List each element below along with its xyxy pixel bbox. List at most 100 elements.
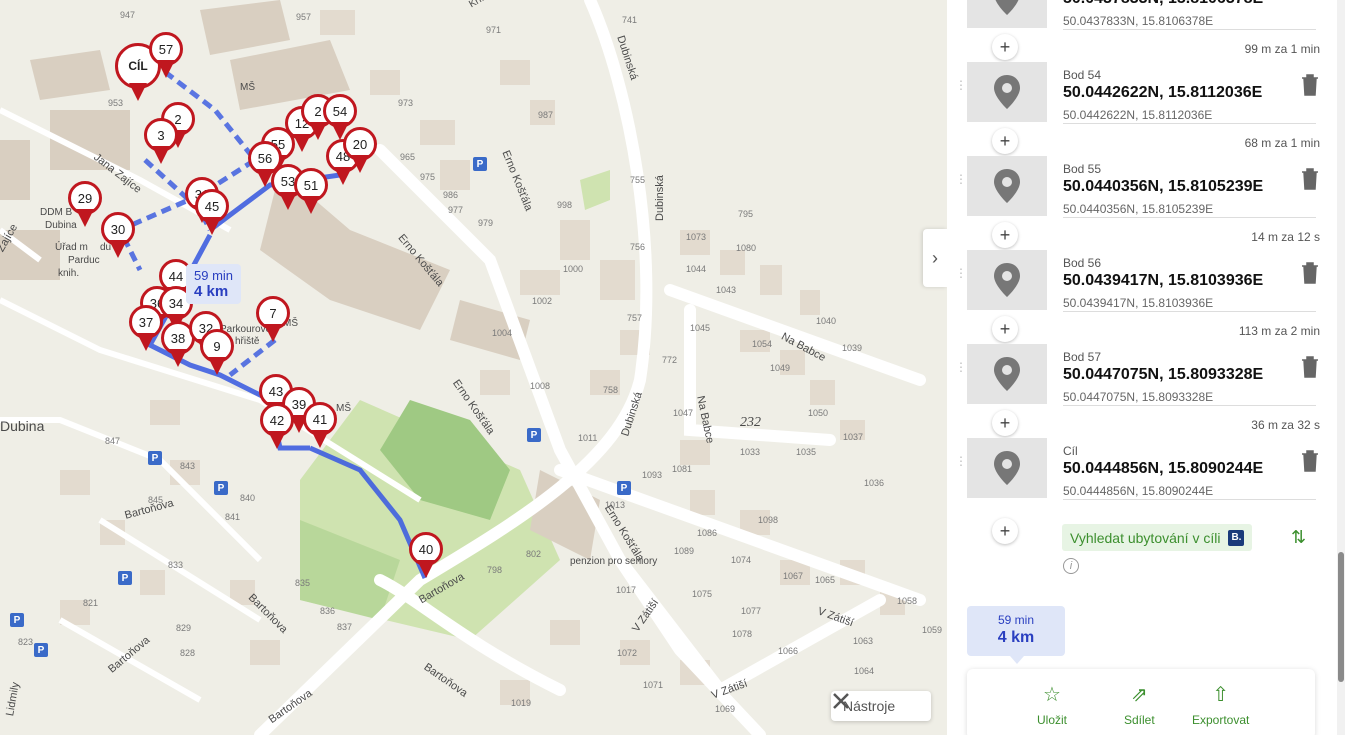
route-marker[interactable]: 40 <box>406 532 446 582</box>
waypoint-coordinates-small: 50.0440356N, 15.8105239E <box>1063 202 1214 216</box>
add-waypoint-button[interactable]: + <box>992 316 1018 342</box>
house-number: 828 <box>180 648 196 658</box>
route-marker[interactable]: 42 <box>257 403 297 453</box>
route-marker[interactable]: 9 <box>197 329 237 379</box>
route-marker[interactable]: 41 <box>300 402 340 452</box>
add-waypoint-button[interactable]: + <box>992 222 1018 248</box>
drag-handle-icon[interactable]: ⋮⋮ <box>955 79 978 102</box>
house-number: 1039 <box>842 343 863 353</box>
location-pin-icon <box>994 357 1020 391</box>
trash-icon[interactable] <box>1301 356 1319 378</box>
house-number: 821 <box>83 598 99 608</box>
trash-icon[interactable] <box>1301 168 1319 190</box>
place-label: penzion pro seniory <box>570 556 658 567</box>
route-actions: ☆ Uložit ⇗ Sdílet ⇧ Exportovat <box>967 669 1315 735</box>
drag-handle-icon[interactable]: ⋮⋮ <box>955 173 978 196</box>
waypoint-coordinates: 50.0439417N, 15.8103936E <box>1063 272 1264 289</box>
sidebar-scrollbar[interactable] <box>1337 0 1345 735</box>
divider <box>1063 311 1316 312</box>
house-number: 1059 <box>922 625 943 635</box>
house-number: 1078 <box>732 629 753 639</box>
green-patch <box>580 170 610 210</box>
scrollbar-thumb[interactable] <box>1338 552 1344 682</box>
route-summary-bubble[interactable]: 59 min 4 km <box>186 264 242 304</box>
elevation-label: 232 <box>740 415 761 430</box>
parking-icon[interactable]: P <box>617 481 631 495</box>
waypoint-row-finish[interactable]: ⋮⋮ Cíl 50.0444856N, 15.8090244E 50.04448… <box>955 438 1325 500</box>
route-marker[interactable]: 51 <box>291 168 331 218</box>
house-number: 1044 <box>686 264 707 274</box>
house-number: 758 <box>603 385 619 395</box>
house-number: 977 <box>448 205 464 215</box>
drag-handle-icon[interactable]: ⋮⋮ <box>955 0 963 8</box>
waypoint-row[interactable]: ⋮⋮ Bod 55 50.0440356N, 15.8105239E 50.04… <box>955 156 1325 218</box>
house-number: 836 <box>320 606 336 616</box>
parking-icon[interactable]: P <box>527 428 541 442</box>
house-number: 1047 <box>673 408 694 418</box>
add-waypoint-button[interactable]: + <box>992 518 1018 544</box>
house-number: 1004 <box>492 328 513 338</box>
add-waypoint-button[interactable]: + <box>992 34 1018 60</box>
tools-button[interactable]: Nástroje <box>831 691 931 721</box>
drag-handle-icon[interactable]: ⋮⋮ <box>955 455 978 478</box>
marker-tip <box>264 324 282 342</box>
house-number: 847 <box>105 436 121 446</box>
route-marker[interactable]: 7 <box>253 296 293 346</box>
export-button[interactable]: ⇧ Exportovat <box>1192 683 1249 727</box>
waypoint-thumbnail <box>967 250 1047 310</box>
marker-tip <box>137 333 155 351</box>
save-label: Uložit <box>1037 713 1068 727</box>
trash-icon[interactable] <box>1301 450 1319 472</box>
house-number: 998 <box>557 200 573 210</box>
map-canvas[interactable]: Dubinská Dubinská Dubinská Erno Košťála … <box>0 0 947 735</box>
house-number: 1043 <box>716 285 737 295</box>
waypoint-coordinates-small: 50.0442622N, 15.8112036E <box>1063 108 1213 122</box>
search-accommodation-button[interactable]: Vyhledat ubytování v cíli B. <box>1062 524 1253 551</box>
parking-icon[interactable]: P <box>118 571 132 585</box>
waypoint-row[interactable]: ⋮⋮ 50.0437833N, 15.8106378E 50.0437833N,… <box>955 0 1325 30</box>
parking-icon[interactable]: P <box>473 157 487 171</box>
route-marker[interactable]: 20 <box>340 127 380 177</box>
house-number: 965 <box>400 152 416 162</box>
house-number: 802 <box>526 549 542 559</box>
segment-info: 68 m za 1 min <box>1244 136 1320 150</box>
reverse-route-icon[interactable]: ⇅ <box>1291 527 1306 548</box>
collapse-panel-button[interactable]: › <box>923 229 947 287</box>
waypoint-row[interactable]: ⋮⋮ Bod 57 50.0447075N, 15.8093328E 50.04… <box>955 344 1325 406</box>
marker-tip <box>76 209 94 227</box>
marker-tip <box>208 357 226 375</box>
segment-info: 99 m za 1 min <box>1244 42 1320 56</box>
house-number: 833 <box>168 560 184 570</box>
waypoint-row[interactable]: ⋮⋮ Bod 56 50.0439417N, 15.8103936E 50.04… <box>955 250 1325 312</box>
drag-handle-icon[interactable]: ⋮⋮ <box>955 361 978 384</box>
house-number: 1036 <box>864 478 885 488</box>
waypoint-coordinates: 50.0444856N, 15.8090244E <box>1063 460 1264 477</box>
house-number: 823 <box>18 637 34 647</box>
add-waypoint-button[interactable]: + <box>992 410 1018 436</box>
house-number: 1080 <box>736 243 757 253</box>
parking-icon[interactable]: P <box>214 481 228 495</box>
save-button[interactable]: ☆ Uložit <box>1037 683 1067 727</box>
route-marker[interactable]: 57 <box>146 32 186 82</box>
route-marker[interactable]: 45 <box>192 189 232 239</box>
segment-info: 113 m za 2 min <box>1238 324 1320 338</box>
house-number: 957 <box>296 12 312 22</box>
parking-icon[interactable]: P <box>34 643 48 657</box>
parking-icon[interactable]: P <box>10 613 24 627</box>
place-label: Parduc <box>68 255 100 266</box>
trash-icon[interactable] <box>1301 74 1319 96</box>
house-number: 1074 <box>731 555 752 565</box>
route-marker[interactable]: 3 <box>141 118 181 168</box>
parking-icon[interactable]: P <box>148 451 162 465</box>
route-marker[interactable]: 30 <box>98 212 138 262</box>
house-number: 973 <box>398 98 414 108</box>
trash-icon[interactable] <box>1301 262 1319 284</box>
house-number: 1058 <box>897 596 918 606</box>
waypoint-row[interactable]: ⋮⋮ Bod 54 50.0442622N, 15.8112036E 50.04… <box>955 62 1325 124</box>
share-button[interactable]: ⇗ Sdílet <box>1124 683 1155 727</box>
drag-handle-icon[interactable]: ⋮⋮ <box>955 267 978 290</box>
info-icon[interactable]: i <box>1063 558 1079 574</box>
marker-tip <box>302 196 320 214</box>
add-waypoint-button[interactable]: + <box>992 128 1018 154</box>
house-number: 1013 <box>605 500 626 510</box>
